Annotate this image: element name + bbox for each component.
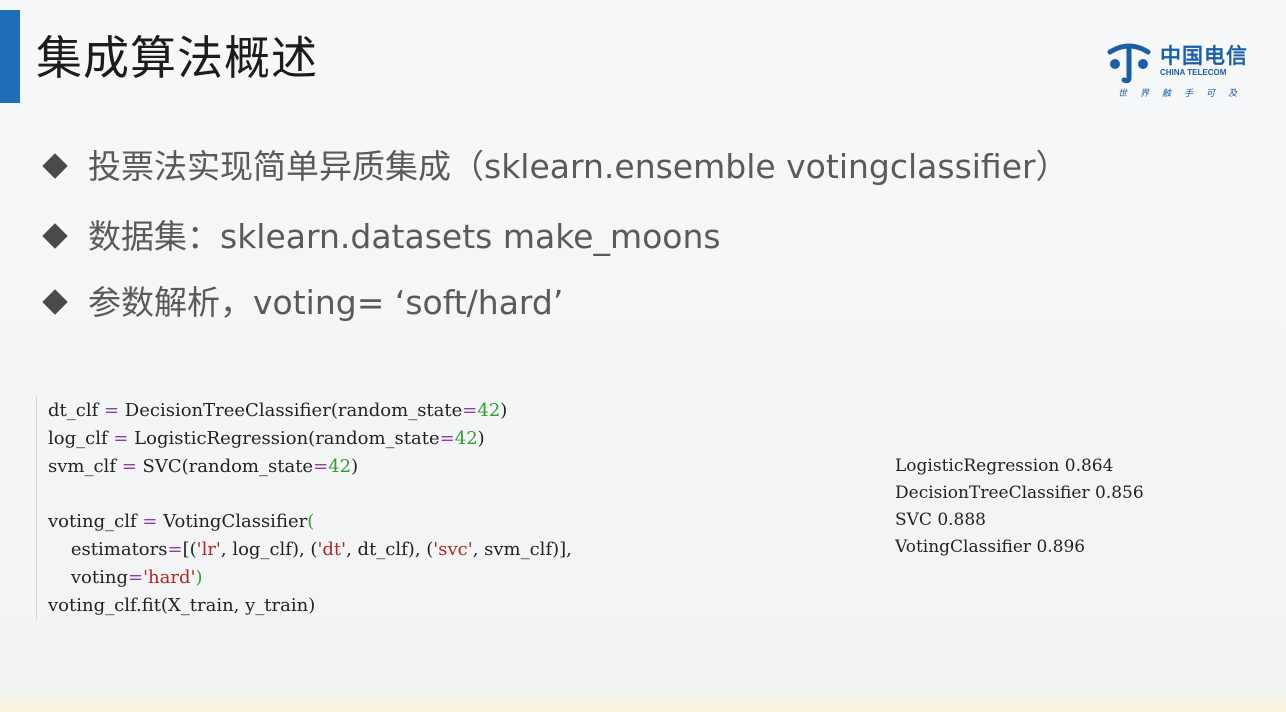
code-token: = (121, 456, 137, 477)
code-token: = (439, 428, 455, 449)
code-token: = (167, 539, 183, 560)
bullet-text: 投票法实现简单异质集成（sklearn.ensemble votingclass… (88, 147, 1069, 186)
bullet-item: 数据集：sklearn.datasets make_moons (40, 210, 721, 258)
code-token: voting_clf (48, 511, 143, 532)
code-token: log_clf (48, 428, 114, 449)
code-token: ) (351, 456, 359, 477)
code-line: svm_clf = SVC(random_state=42) (48, 456, 358, 477)
code-token: ( (307, 511, 315, 532)
code-token: , svm_clf)], (472, 539, 572, 560)
output-line: SVC 0.888 (895, 510, 987, 530)
title-accent-bar (0, 10, 20, 103)
code-token: = (313, 456, 329, 477)
code-token: = (113, 428, 129, 449)
slide: 集成算法概述 中国电信 CHINA TELECOM 世界触手可及 投票法实现简单… (0, 0, 1286, 712)
code-line: log_clf = LogisticRegression(random_stat… (48, 428, 485, 449)
code-token: [( (182, 539, 197, 560)
logo-name-cn: 中国电信 (1160, 43, 1248, 68)
code-token: ) (195, 567, 203, 588)
logo-name-en: CHINA TELECOM (1160, 68, 1227, 77)
code-block: dt_clf = DecisionTreeClassifier(random_s… (36, 396, 897, 620)
bullet-text: 参数解析，voting= ‘soft/hard’ (88, 283, 564, 322)
code-token: 42 (328, 456, 352, 477)
code-token: , log_clf), ( (220, 539, 318, 560)
code-line: voting_clf.fit(X_train, y_train) (48, 595, 315, 616)
bottom-glow (0, 690, 1286, 712)
code-token: svm_clf (48, 456, 122, 477)
code-token: 'lr' (196, 539, 221, 560)
code-token: LogisticRegression(random_state (128, 428, 440, 449)
code-token: 'dt' (317, 539, 347, 560)
code-token: ) (500, 400, 508, 421)
code-token: DecisionTreeClassifier(random_state (119, 400, 463, 421)
code-token: 42 (477, 400, 501, 421)
logo-slogan: 世界触手可及 (1118, 89, 1251, 99)
code-line: dt_clf = DecisionTreeClassifier(random_s… (48, 400, 507, 421)
code-token: voting (48, 567, 128, 588)
code-token: = (142, 511, 158, 532)
diamond-bullet-icon (42, 223, 68, 249)
code-token: 'hard' (143, 567, 196, 588)
code-token: SVC(random_state (136, 456, 314, 477)
code-line: voting='hard') (48, 567, 203, 588)
output-line: LogisticRegression 0.864 (895, 456, 1114, 476)
code-line: estimators=[('lr', log_clf), ('dt', dt_c… (48, 539, 572, 560)
code-token: ) (477, 428, 485, 449)
code-token: = (128, 567, 144, 588)
code-token: = (462, 400, 478, 421)
output-line: VotingClassifier 0.896 (895, 537, 1086, 557)
diamond-bullet-icon (42, 153, 68, 179)
code-line: voting_clf = VotingClassifier( (48, 511, 314, 532)
code-token: = (103, 400, 120, 421)
bullet-item: 参数解析，voting= ‘soft/hard’ (40, 276, 563, 324)
code-token: VotingClassifier (157, 511, 308, 532)
code-token: voting_clf.fit(X_train, y_train) (48, 595, 316, 616)
code-token: 'svc' (433, 539, 473, 560)
diamond-bullet-icon (42, 289, 68, 315)
slide-title: 集成算法概述 (36, 31, 318, 85)
bullet-item: 投票法实现简单异质集成（sklearn.ensemble votingclass… (40, 140, 1069, 188)
code-token: , dt_clf), ( (346, 539, 434, 560)
code-token: estimators (48, 539, 168, 560)
china-telecom-logo-icon (1107, 43, 1151, 84)
code-token: dt_clf (48, 400, 104, 421)
china-telecom-logo: 中国电信 CHINA TELECOM 世界触手可及 (1106, 38, 1256, 102)
code-token: 42 (454, 428, 478, 449)
output-line: DecisionTreeClassifier 0.856 (895, 483, 1144, 503)
bullet-text: 数据集：sklearn.datasets make_moons (88, 217, 721, 256)
